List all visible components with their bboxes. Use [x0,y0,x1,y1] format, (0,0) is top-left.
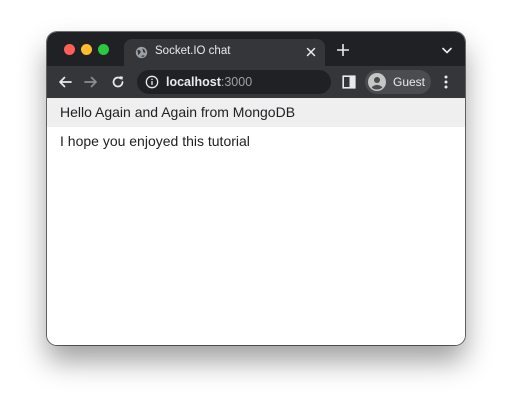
profile-button[interactable]: Guest [365,70,431,94]
info-icon[interactable] [145,75,159,89]
tab-strip: Socket.IO chat [47,32,465,66]
avatar-icon [368,73,386,91]
url-port: :3000 [220,75,253,89]
minimize-window-button[interactable] [81,44,92,55]
message-list: Hello Again and Again from MongoDB I hop… [47,98,465,156]
new-tab-icon[interactable] [337,44,349,56]
browser-toolbar: localhost:3000 Guest [47,66,465,98]
back-arrow-icon[interactable] [58,75,72,89]
globe-icon [135,46,148,59]
tab-title: Socket.IO chat [155,45,231,57]
chevron-down-icon[interactable] [442,47,452,54]
message-item: Hello Again and Again from MongoDB [47,98,465,127]
url-text: localhost:3000 [166,75,252,89]
close-tab-icon[interactable] [304,45,318,59]
url-host: localhost [166,75,221,89]
reload-icon[interactable] [111,75,125,89]
message-item: I hope you enjoyed this tutorial [60,133,250,149]
side-panel-icon[interactable] [342,75,356,89]
more-menu-icon[interactable] [444,75,448,89]
browser-window: Socket.IO chat localhost:3000 Guest Hell… [47,32,465,345]
address-bar[interactable]: localhost:3000 [137,70,331,94]
maximize-window-button[interactable] [98,44,109,55]
screenshot-stage: Socket.IO chat localhost:3000 Guest Hell… [0,0,512,407]
tab-socketio-chat[interactable]: Socket.IO chat [124,39,325,66]
profile-label: Guest [393,75,426,89]
forward-arrow-icon[interactable] [84,75,98,89]
close-window-button[interactable] [64,44,75,55]
page-content: Hello Again and Again from MongoDB I hop… [47,98,465,345]
